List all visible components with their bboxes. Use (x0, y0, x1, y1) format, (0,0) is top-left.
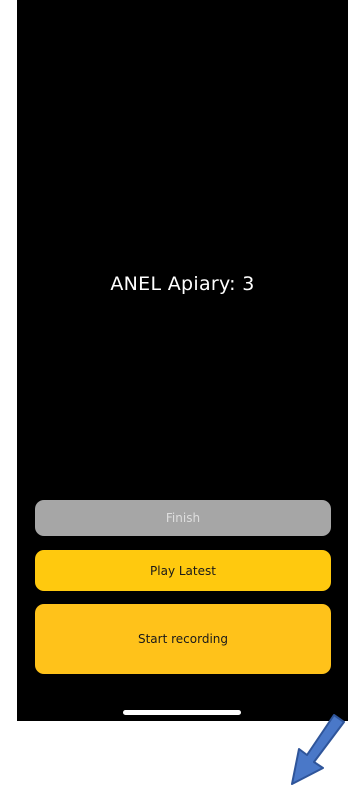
phone-screen: ANEL Apiary: 3 Finish Play Latest Start … (17, 0, 348, 721)
finish-button[interactable]: Finish (35, 500, 331, 536)
play-latest-button[interactable]: Play Latest (35, 550, 331, 591)
home-indicator[interactable] (123, 710, 241, 715)
arrow-down-left-icon (291, 714, 345, 785)
apiary-title: ANEL Apiary: 3 (110, 273, 255, 295)
page: ANEL Apiary: 3 Finish Play Latest Start … (0, 0, 348, 787)
start-recording-button[interactable]: Start recording (35, 604, 331, 674)
